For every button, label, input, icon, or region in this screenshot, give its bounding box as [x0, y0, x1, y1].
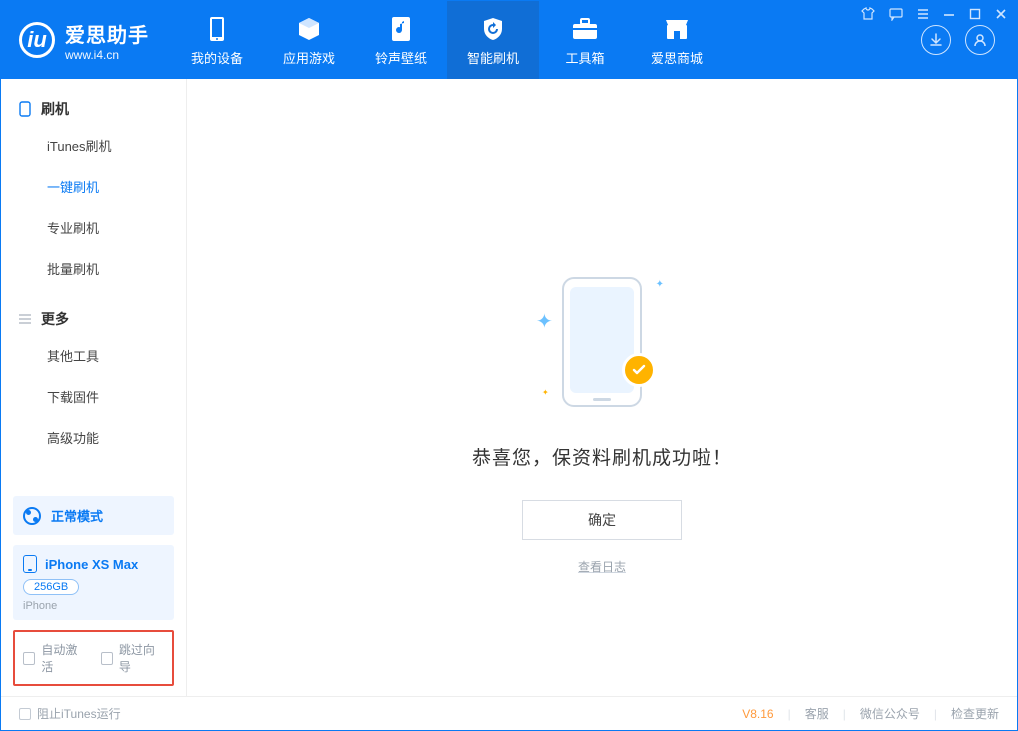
tab-apps-games[interactable]: 应用游戏: [263, 1, 355, 79]
sidebar-item-other-tools[interactable]: 其他工具: [1, 335, 186, 376]
app-name: 爱思助手: [65, 19, 149, 48]
footer: 阻止iTunes运行 V8.16 | 客服 | 微信公众号 | 检查更新: [1, 696, 1017, 730]
logo: iu 爱思助手 www.i4.cn: [1, 1, 171, 79]
success-illustration: ✦ ✦ ✦: [542, 269, 662, 419]
checkbox-box-icon: [19, 708, 31, 720]
checkbox-skip-wizard[interactable]: 跳过向导: [101, 641, 165, 675]
checkbox-label: 自动激活: [41, 641, 86, 675]
toolbox-icon: [571, 14, 599, 44]
tab-label: 应用游戏: [283, 48, 335, 67]
menu-icon[interactable]: [917, 8, 929, 20]
account-button[interactable]: [965, 25, 995, 55]
maximize-button[interactable]: [969, 8, 981, 20]
tab-toolbox[interactable]: 工具箱: [539, 1, 631, 79]
tab-label: 智能刷机: [467, 48, 519, 67]
separator: |: [934, 707, 937, 721]
sidebar-item-download-firmware[interactable]: 下载固件: [1, 376, 186, 417]
list-icon: [17, 311, 33, 327]
device-phone-icon: [23, 555, 37, 573]
sidebar-head-flash: 刷机: [1, 93, 186, 125]
sparkle-icon: ✦: [656, 279, 664, 290]
version-label: V8.16: [742, 707, 773, 721]
app-url: www.i4.cn: [65, 48, 149, 62]
checkbox-block-itunes[interactable]: 阻止iTunes运行: [19, 705, 121, 722]
sidebar-head-more: 更多: [1, 303, 186, 335]
mode-card[interactable]: 正常模式: [13, 496, 174, 535]
footer-link-wechat[interactable]: 微信公众号: [860, 705, 920, 722]
sidebar-item-pro-flash[interactable]: 专业刷机: [1, 207, 186, 248]
tab-ringtone-wallpaper[interactable]: 铃声壁纸: [355, 1, 447, 79]
success-check-icon: [622, 353, 656, 387]
window-controls: [861, 7, 1007, 21]
phone-outline-icon: [17, 101, 33, 117]
sidebar-item-batch-flash[interactable]: 批量刷机: [1, 248, 186, 289]
tab-store[interactable]: 爱思商城: [631, 1, 723, 79]
checkbox-auto-activate[interactable]: 自动激活: [23, 641, 87, 675]
shield-refresh-icon: [480, 14, 506, 44]
view-log-link[interactable]: 查看日志: [578, 558, 626, 575]
checkbox-box-icon: [23, 652, 35, 665]
music-file-icon: [390, 14, 412, 44]
tab-label: 工具箱: [565, 48, 604, 67]
download-button[interactable]: [921, 25, 951, 55]
footer-link-support[interactable]: 客服: [805, 705, 829, 722]
app-window: iu 爱思助手 www.i4.cn 我的设备 应用游戏 铃声壁纸 智能刷机: [0, 0, 1018, 731]
checks-highlight: 自动激活 跳过向导: [13, 630, 174, 686]
cube-icon: [296, 14, 322, 44]
checkbox-label: 跳过向导: [119, 641, 164, 675]
phone-illustration-icon: [562, 277, 642, 407]
shop-icon: [664, 14, 690, 44]
header: iu 爱思助手 www.i4.cn 我的设备 应用游戏 铃声壁纸 智能刷机: [1, 1, 1017, 79]
sparkle-icon: ✦: [536, 309, 553, 334]
sidebar-group-more: 更多 其他工具 下载固件 高级功能: [1, 289, 186, 458]
mode-icon: [23, 507, 41, 525]
phone-icon: [207, 14, 227, 44]
sidebar-bottom: 正常模式 iPhone XS Max 256GB iPhone 自动激活: [1, 486, 186, 696]
device-name: iPhone XS Max: [45, 557, 138, 572]
sidebar-group-title: 刷机: [41, 99, 69, 119]
close-button[interactable]: [995, 8, 1007, 20]
sidebar-item-itunes-flash[interactable]: iTunes刷机: [1, 125, 186, 166]
tab-my-device[interactable]: 我的设备: [171, 1, 263, 79]
success-message: 恭喜您，保资料刷机成功啦！: [472, 443, 732, 470]
checkbox-label: 阻止iTunes运行: [37, 705, 121, 722]
device-capacity: 256GB: [23, 579, 79, 595]
tab-smart-flash[interactable]: 智能刷机: [447, 1, 539, 79]
mode-label: 正常模式: [51, 506, 103, 525]
sidebar-group-title: 更多: [41, 309, 69, 329]
device-card[interactable]: iPhone XS Max 256GB iPhone: [13, 545, 174, 620]
footer-link-update[interactable]: 检查更新: [951, 705, 999, 722]
logo-badge-icon: iu: [19, 22, 55, 58]
minimize-button[interactable]: [943, 8, 955, 20]
tab-label: 爱思商城: [651, 48, 703, 67]
sidebar-item-oneclick-flash[interactable]: 一键刷机: [1, 166, 186, 207]
main-content: ✦ ✦ ✦ 恭喜您，保资料刷机成功啦！ 确定 查看日志: [187, 79, 1017, 696]
separator: |: [788, 707, 791, 721]
device-type: iPhone: [23, 600, 164, 612]
sparkle-icon: ✦: [542, 388, 549, 397]
tshirt-icon[interactable]: [861, 7, 875, 21]
separator: |: [843, 707, 846, 721]
feedback-icon[interactable]: [889, 7, 903, 21]
sidebar-group-flash: 刷机 iTunes刷机 一键刷机 专业刷机 批量刷机: [1, 79, 186, 289]
tab-label: 铃声壁纸: [375, 48, 427, 67]
tab-label: 我的设备: [191, 48, 243, 67]
body: 刷机 iTunes刷机 一键刷机 专业刷机 批量刷机 更多 其他工具 下载固件 …: [1, 79, 1017, 696]
checkbox-box-icon: [101, 652, 113, 665]
nav-tabs: 我的设备 应用游戏 铃声壁纸 智能刷机 工具箱 爱思商城: [171, 1, 723, 79]
ok-button[interactable]: 确定: [522, 500, 682, 540]
sidebar: 刷机 iTunes刷机 一键刷机 专业刷机 批量刷机 更多 其他工具 下载固件 …: [1, 79, 187, 696]
sidebar-item-advanced[interactable]: 高级功能: [1, 417, 186, 458]
